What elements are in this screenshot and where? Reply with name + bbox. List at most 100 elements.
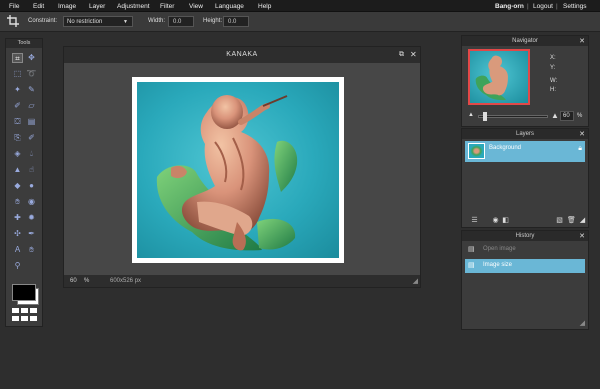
resize-grip-icon[interactable]: ◢: [413, 277, 418, 285]
history-item-label: Open image: [483, 246, 516, 252]
brush-icon[interactable]: ✐: [12, 101, 23, 111]
layer-mask-icon[interactable]: ◉: [491, 216, 500, 225]
menu-filter[interactable]: Filter: [160, 3, 174, 10]
close-icon[interactable]: ✕: [579, 37, 585, 45]
navigator-thumbnail[interactable]: [468, 49, 530, 105]
menu-adjustment[interactable]: Adjustment: [117, 3, 150, 10]
history-item-selected[interactable]: ▤ Image size: [465, 259, 585, 273]
history-document-icon: ▤: [468, 262, 475, 269]
settings-link[interactable]: Settings: [563, 3, 587, 10]
menu-file[interactable]: File: [9, 3, 19, 10]
primary-color-swatch[interactable]: [12, 284, 36, 301]
zoom-icon[interactable]: ⚲: [12, 261, 23, 271]
zoom-out-icon[interactable]: ▲: [468, 112, 474, 118]
new-layer-icon[interactable]: ▧: [555, 216, 564, 225]
smudge-icon[interactable]: ☝︎: [26, 165, 37, 175]
bucket-icon[interactable]: ⛋: [12, 117, 23, 127]
nav-zoom-unit: %: [577, 113, 583, 119]
history-item-label: Image size: [483, 262, 513, 268]
menu-view[interactable]: View: [189, 3, 203, 10]
image-size-label: 600x526 px: [110, 278, 142, 284]
clone-icon[interactable]: ⎘: [12, 133, 23, 143]
document-status-bar: 60 % 600x526 px ◢: [64, 275, 420, 287]
gradient-icon[interactable]: ▤: [26, 117, 37, 127]
burn-icon[interactable]: ✋︎: [12, 197, 23, 207]
close-icon[interactable]: ✕: [579, 130, 585, 138]
image-frame: [132, 77, 344, 263]
color-replace-icon[interactable]: ✐: [26, 133, 37, 143]
layer-row[interactable]: Background 🔒︎: [465, 141, 585, 162]
wand-icon[interactable]: ✦: [12, 85, 23, 95]
blur-icon[interactable]: 💧︎: [26, 149, 37, 159]
crop-tool-icon: [7, 15, 19, 27]
user-link[interactable]: Bang-orn: [495, 3, 524, 10]
width-input[interactable]: 0.0: [168, 16, 194, 27]
dodge-icon[interactable]: ●: [26, 181, 37, 191]
zoom-unit: %: [84, 278, 90, 284]
zoom-slider-handle[interactable]: [483, 112, 487, 121]
hand-icon[interactable]: ✋︎: [26, 245, 37, 255]
relief-sculpture-image: [156, 95, 298, 251]
close-icon[interactable]: ✕: [410, 50, 417, 59]
history-panel: History ✕ ▤ Open image ▤ Image size ◢: [461, 230, 589, 330]
height-input[interactable]: 0.0: [223, 16, 249, 27]
adjustment-layer-icon[interactable]: ◧: [501, 216, 510, 225]
redeye-icon[interactable]: ◉: [26, 197, 37, 207]
bloat-icon[interactable]: ✹: [26, 213, 37, 223]
menu-edit[interactable]: Edit: [33, 3, 44, 10]
constraint-value: No restriction: [67, 19, 103, 25]
history-document-icon: ▤: [468, 246, 475, 253]
spot-heal-icon[interactable]: ✚: [12, 213, 23, 223]
zoom-slider[interactable]: [478, 112, 548, 121]
drawing-icon[interactable]: ◈: [12, 149, 23, 159]
document-title: KANAKA: [64, 47, 420, 63]
pencil-icon[interactable]: ✎: [26, 85, 37, 95]
tools-panel: Tools ⌗ ✥ ⬚ ➰ ✦ ✎ ✐ ▱ ⛋ ▤ ⎘ ✐ ◈ 💧︎ ▲ ☝︎ ◆ ● ✋︎ ◉ ✚ ✹ ✣ ✒ A ✋︎ ⚲: [5, 38, 43, 327]
navigator-title: Navigator: [462, 36, 588, 46]
document-window: KANAKA ⧉ ✕ 60 % 600x526 px ◢: [63, 46, 421, 288]
logout-link[interactable]: Logout: [533, 3, 553, 10]
pinch-icon[interactable]: ✣: [12, 229, 23, 239]
crop-icon[interactable]: ⌗: [12, 53, 23, 63]
canvas-area[interactable]: [64, 63, 420, 275]
nav-zoom-input[interactable]: 60: [560, 111, 574, 121]
layer-name: Background: [489, 145, 522, 151]
menu-layer[interactable]: Layer: [89, 3, 105, 10]
height-label: Height:: [203, 18, 223, 24]
zoom-value[interactable]: 60: [70, 278, 77, 284]
lock-icon[interactable]: 🔒︎: [578, 145, 582, 153]
nav-w-label: W:: [550, 78, 558, 84]
sharpen-icon[interactable]: ▲: [12, 165, 23, 175]
zoom-in-icon[interactable]: ▲: [551, 111, 559, 120]
nav-h-label: H:: [550, 87, 556, 93]
trash-icon[interactable]: 🗑︎: [567, 216, 576, 225]
restore-icon[interactable]: ⧉: [399, 51, 404, 59]
history-item[interactable]: ▤ Open image: [465, 244, 585, 256]
constraint-select[interactable]: No restriction ▼: [63, 16, 133, 27]
marquee-icon[interactable]: ⬚: [12, 69, 23, 79]
navigator-panel: Navigator ✕ X: Y: W: H: ▲ ▲ 60 %: [461, 35, 589, 127]
colorpicker-icon[interactable]: ✒: [26, 229, 37, 239]
image-canvas[interactable]: [137, 82, 339, 258]
chevron-down-icon: ▼: [123, 19, 128, 25]
type-icon[interactable]: A: [12, 245, 23, 255]
menu-language[interactable]: Language: [215, 3, 244, 10]
resize-grip-icon[interactable]: ◢: [578, 216, 587, 225]
grid-view-icon[interactable]: [12, 308, 37, 322]
move-icon[interactable]: ✥: [26, 53, 37, 63]
options-bar: Constraint: No restriction ▼ Width: 0.0 …: [0, 12, 600, 32]
eraser-icon[interactable]: ▱: [26, 101, 37, 111]
menu-separator: |: [556, 3, 558, 10]
menu-image[interactable]: Image: [58, 3, 76, 10]
menu-separator: |: [527, 3, 529, 10]
sponge-icon[interactable]: ◆: [12, 181, 23, 191]
menu-help[interactable]: Help: [258, 3, 271, 10]
resize-grip-icon[interactable]: ◢: [580, 319, 585, 327]
close-icon[interactable]: ✕: [579, 232, 585, 240]
history-title: History: [462, 231, 588, 241]
lasso-icon[interactable]: ➰: [26, 69, 37, 79]
menu-bar: File Edit Image Layer Adjustment Filter …: [0, 0, 600, 12]
constraint-label: Constraint:: [28, 18, 58, 24]
layers-panel: Layers ✕ Background 🔒︎ ☰ ◉ ◧ ▧ 🗑︎ ◢: [461, 128, 589, 228]
layer-styles-icon[interactable]: ☰: [470, 216, 479, 225]
